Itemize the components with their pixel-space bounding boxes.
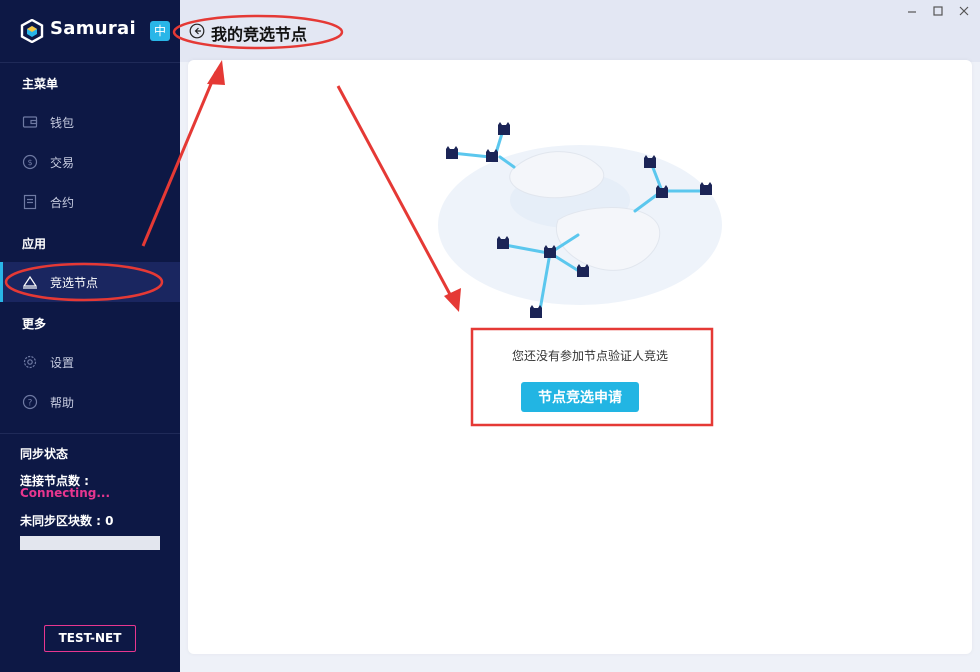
back-icon[interactable] — [189, 23, 205, 39]
svg-text:?: ? — [28, 399, 33, 409]
language-toggle[interactable]: 中 — [150, 21, 170, 41]
gear-icon — [23, 355, 37, 369]
connected-nodes-value: Connecting... — [20, 486, 111, 500]
apply-node-election-button[interactable]: 节点竞选申请 — [521, 382, 639, 412]
sidebar-item-contract[interactable]: 合约 — [0, 182, 180, 222]
brand-bar: Samurai 中 — [0, 0, 180, 63]
sidebar-item-exchange[interactable]: $ 交易 — [0, 142, 180, 182]
sidebar-item-help[interactable]: ? 帮助 — [0, 382, 180, 422]
sidebar-item-label: 帮助 — [50, 396, 75, 410]
sidebar-item-settings[interactable]: 设置 — [0, 342, 180, 382]
sync-progress-bar — [20, 536, 160, 550]
maximize-icon[interactable] — [931, 4, 945, 18]
page-title: 我的竞选节点 — [211, 25, 308, 44]
sidebar-item-label: 设置 — [50, 356, 75, 370]
contract-icon — [23, 194, 37, 210]
app-name: Samurai — [50, 18, 136, 39]
sidebar-item-node-election[interactable]: 竞选节点 — [0, 262, 180, 302]
sidebar-item-label: 竞选节点 — [50, 276, 99, 290]
samurai-logo-icon — [20, 19, 44, 43]
node-election-icon — [22, 275, 38, 289]
svg-text:$: $ — [27, 158, 32, 167]
section-apps: 应用 — [22, 237, 47, 251]
sync-status-title: 同步状态 — [20, 447, 69, 461]
section-main-menu: 主菜单 — [22, 77, 59, 91]
network-button[interactable]: TEST-NET — [44, 625, 136, 652]
exchange-icon: $ — [22, 154, 38, 170]
sidebar-item-label: 钱包 — [50, 116, 75, 130]
sidebar-divider — [0, 433, 180, 434]
help-icon: ? — [22, 394, 38, 410]
sidebar: Samurai 中 主菜单 钱包 $ 交易 合约 应用 竞选节点 更多 设置 ?… — [0, 0, 180, 672]
section-more: 更多 — [22, 317, 47, 331]
sidebar-item-label: 合约 — [50, 196, 75, 210]
sidebar-item-label: 交易 — [50, 156, 75, 170]
wallet-icon — [22, 116, 38, 128]
empty-network-illustration — [438, 122, 722, 318]
empty-state-message: 您还没有参加节点验证人竞选 — [511, 349, 668, 363]
sidebar-item-wallet[interactable]: 钱包 — [0, 102, 180, 142]
unsynced-blocks-label: 未同步区块数 : 0 — [20, 514, 114, 528]
minimize-icon[interactable] — [905, 4, 919, 18]
close-icon[interactable] — [957, 4, 971, 18]
